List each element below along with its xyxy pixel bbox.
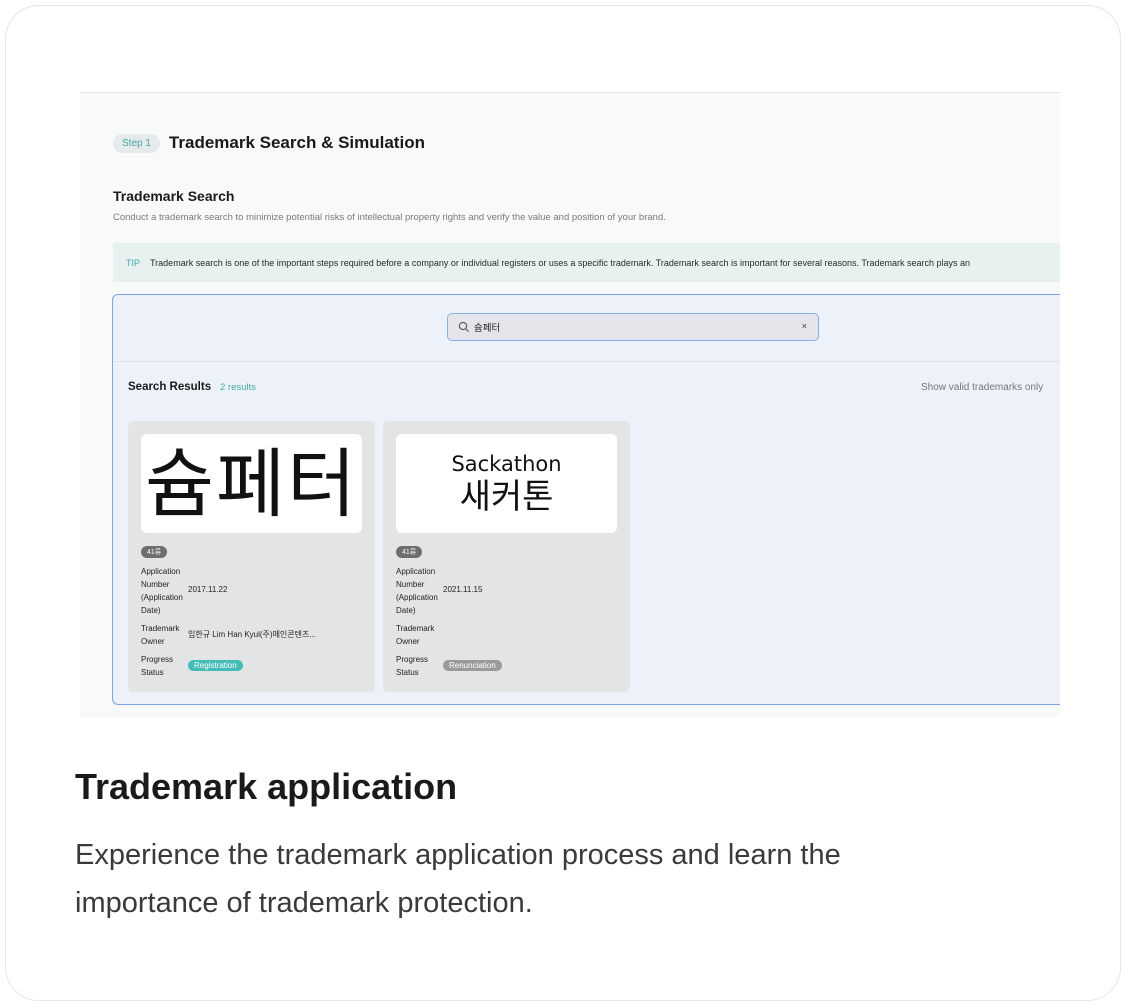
trademark-screenshot: Step 1 Trademark Search & Simulation Tra… bbox=[80, 92, 1060, 717]
search-value: 슘페터 bbox=[474, 323, 501, 334]
status-label: Progress Status bbox=[396, 655, 429, 677]
trademark-mark-korean: 새커톤 bbox=[459, 476, 554, 517]
valid-trademarks-toggle[interactable]: Show valid trademarks only bbox=[921, 382, 1043, 393]
step-title: Trademark Search & Simulation bbox=[168, 133, 425, 152]
caption-title: Trademark application bbox=[75, 766, 458, 807]
trademark-mark-text: 슘페터 bbox=[144, 439, 358, 528]
search-panel: 슘페터 × Search Results 2 results Show vali… bbox=[112, 294, 1060, 705]
trademark-mark-english: Sackathon bbox=[451, 451, 562, 476]
owner-label: Trademark Owner bbox=[396, 624, 435, 646]
owner-label: Trademark Owner bbox=[141, 624, 180, 646]
application-label: Application Number (Application Date) bbox=[141, 567, 183, 615]
search-bar-area: 슘페터 × bbox=[113, 295, 1060, 362]
status-badge: Registration bbox=[188, 660, 243, 671]
trademark-image: Sackathon 새커톤 bbox=[396, 434, 617, 533]
search-icon bbox=[458, 321, 469, 332]
status-badge: Renunciation bbox=[443, 660, 502, 671]
tip-tag: TIP bbox=[126, 257, 141, 268]
section-description: Conduct a trademark search to minimize p… bbox=[113, 212, 666, 223]
search-input[interactable]: 슘페터 × bbox=[447, 313, 819, 341]
tip-banner: TIP Trademark search is one of the impor… bbox=[113, 243, 1060, 282]
class-badge: 41류 bbox=[396, 546, 423, 558]
results-count: 2 results bbox=[220, 382, 256, 393]
trademark-card[interactable]: 슘페터 41류 Application Number (Application … bbox=[128, 421, 375, 692]
step-header: Step 1 Trademark Search & Simulation bbox=[113, 133, 425, 153]
trademark-card[interactable]: Sackathon 새커톤 41류 Application Number (Ap… bbox=[383, 421, 630, 692]
class-badge: 41류 bbox=[141, 546, 168, 558]
application-value: 2017.11.22 bbox=[188, 585, 228, 594]
status-label: Progress Status bbox=[141, 655, 174, 677]
owner-value: 임한규 Lim Han Kyul(주)메인콘텐츠... bbox=[188, 630, 317, 639]
application-label: Application Number (Application Date) bbox=[396, 567, 438, 615]
section-title: Trademark Search bbox=[113, 188, 235, 204]
feature-card: Step 1 Trademark Search & Simulation Tra… bbox=[5, 5, 1121, 1001]
tip-text: Trademark search is one of the important… bbox=[150, 257, 971, 268]
trademark-image: 슘페터 bbox=[141, 434, 362, 533]
application-value: 2021.11.15 bbox=[443, 585, 483, 594]
results-label: Search Results bbox=[128, 381, 212, 393]
clear-search-button[interactable]: × bbox=[802, 321, 807, 331]
step-badge: Step 1 bbox=[113, 133, 160, 153]
caption-description: Experience the trademark application pro… bbox=[75, 839, 841, 919]
